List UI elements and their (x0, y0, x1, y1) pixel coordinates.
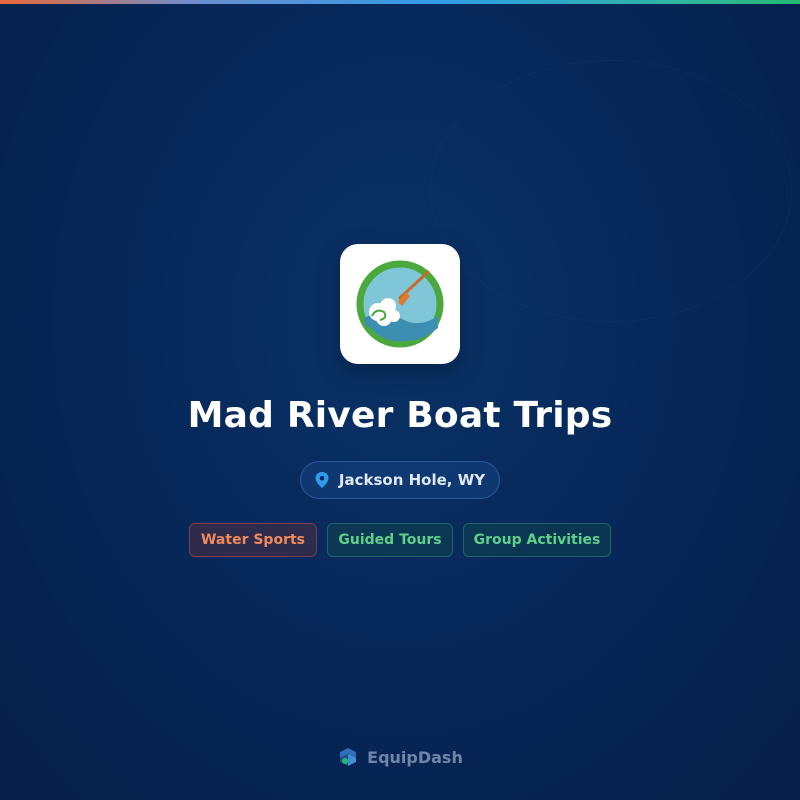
tag-guided-tours: Guided Tours (327, 523, 453, 557)
brand-footer: EquipDash (0, 746, 800, 768)
map-pin-icon (315, 472, 329, 488)
river-paddle-logo-icon (356, 260, 444, 348)
top-gradient-bar (0, 0, 800, 4)
location-badge: Jackson Hole, WY (300, 461, 500, 499)
brand-name: EquipDash (367, 747, 463, 767)
background-glow (430, 60, 792, 322)
location-text: Jackson Hole, WY (338, 471, 486, 489)
equipdash-logo-icon (340, 748, 357, 766)
tag-water-sports: Water Sports (189, 523, 317, 557)
business-logo (340, 244, 460, 364)
business-name: Mad River Boat Trips (187, 395, 613, 436)
tag-group-activities: Group Activities (463, 523, 611, 557)
